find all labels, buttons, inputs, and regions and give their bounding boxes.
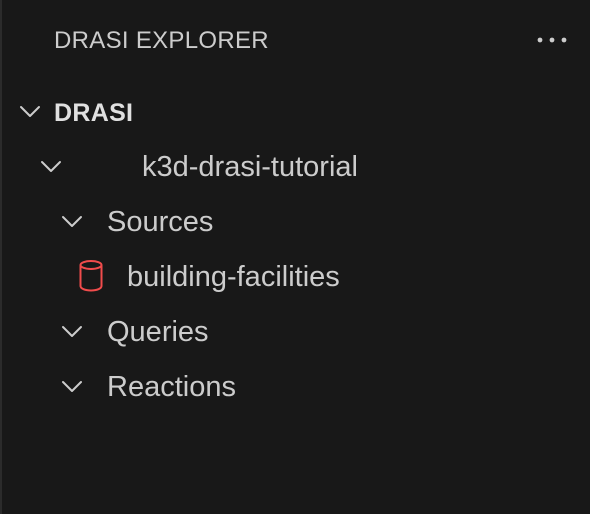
tree-item-label: building-facilities xyxy=(127,261,340,293)
database-icon xyxy=(78,259,104,293)
chevron-down-icon[interactable] xyxy=(60,374,84,398)
tree-item-source-building-facilities[interactable]: building-facilities xyxy=(2,248,590,303)
chevron-down-icon[interactable] xyxy=(18,99,42,123)
more-actions-button[interactable] xyxy=(530,24,574,56)
tree-item-label: Queries xyxy=(107,316,209,348)
tree-item-label: Reactions xyxy=(107,371,236,403)
tree-item-queries[interactable]: Queries xyxy=(2,303,590,358)
panel-title: DRASI EXPLORER xyxy=(54,27,269,54)
panel-header: DRASI EXPLORER xyxy=(2,0,590,82)
tree-item-label: k3d-drasi-tutorial xyxy=(142,151,358,183)
tree-item-cluster[interactable]: k3d-drasi-tutorial xyxy=(2,138,590,193)
chevron-down-icon[interactable] xyxy=(60,319,84,343)
chevron-down-icon[interactable] xyxy=(60,209,84,233)
tree-section-label: DRASI xyxy=(54,99,134,127)
ellipsis-icon xyxy=(537,37,567,43)
chevron-down-icon[interactable] xyxy=(39,154,63,178)
tree-item-reactions[interactable]: Reactions xyxy=(2,358,590,413)
drasi-explorer-panel: DRASI EXPLORER DRASI k3d-drasi-tutorial … xyxy=(0,0,590,514)
tree-item-sources[interactable]: Sources xyxy=(2,193,590,248)
tree-item-label: Sources xyxy=(107,206,214,238)
tree-section-drasi[interactable]: DRASI xyxy=(2,83,590,138)
